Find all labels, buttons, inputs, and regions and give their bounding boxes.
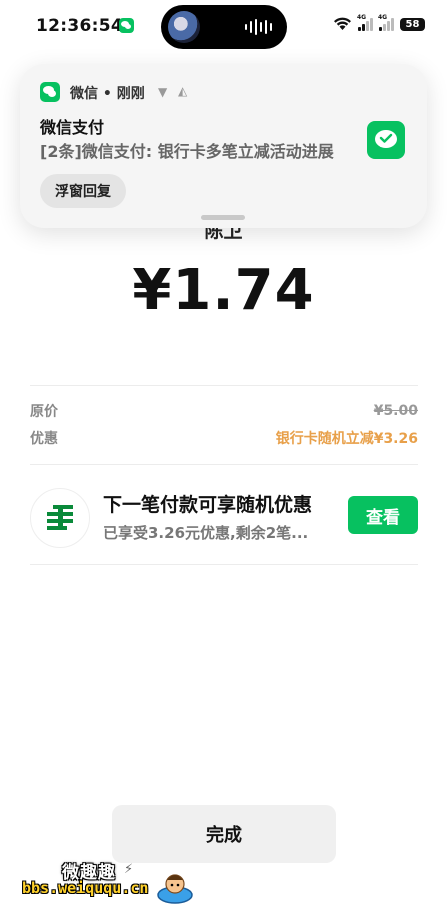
china-post-bank-logo-icon	[30, 488, 90, 548]
view-button[interactable]: 查看	[348, 496, 418, 534]
notification-banner[interactable]: 微信 • 刚刚 ▼ ◭ 微信支付 [2条]微信支付: 银行卡多笔立减活动进展 浮…	[20, 64, 427, 228]
payment-amount: ¥1.74	[132, 258, 315, 323]
float-reply-button[interactable]: 浮窗回复	[40, 174, 126, 208]
pin-icon: ▼	[158, 85, 168, 99]
island-avatar	[168, 11, 200, 43]
promo-title: 下一笔付款可享随机优惠	[103, 494, 313, 516]
discount-row: 优惠 银行卡随机立减¥3.26	[30, 427, 418, 449]
done-button[interactable]: 完成	[112, 805, 336, 863]
notification-app-name: 微信 • 刚刚	[70, 86, 145, 102]
discount-value: 银行卡随机立减¥3.26	[275, 431, 418, 447]
divider-bottom	[30, 564, 418, 565]
signal-label-2: 4G	[378, 13, 388, 21]
cellular-signal-icon-1: 4G	[357, 14, 373, 31]
status-bar: 12:36:54 4G 4G 58	[0, 0, 447, 56]
divider-top	[30, 385, 418, 386]
original-price-value: ¥5.00	[373, 403, 418, 419]
status-time: 12:36:54	[36, 16, 123, 36]
promo-card: 下一笔付款可享随机优惠 已享受3.26元优惠,剩余2笔... 查看	[30, 486, 418, 548]
dynamic-island[interactable]	[161, 5, 287, 49]
wechat-app-icon	[40, 82, 60, 102]
notification-grabber[interactable]	[201, 215, 245, 220]
wechat-status-icon	[119, 18, 134, 33]
watermark-mark: ⚡	[124, 862, 134, 877]
signal-label-1: 4G	[357, 13, 367, 21]
original-price-label: 原价	[30, 404, 58, 420]
system-icons: 4G 4G 58	[333, 14, 425, 31]
wechat-pay-icon	[367, 121, 405, 159]
audio-wave-icon	[245, 19, 272, 35]
original-price-row: 原价 ¥5.00	[30, 400, 418, 422]
notification-body: [2条]微信支付: 银行卡多笔立减活动进展	[40, 142, 334, 161]
discount-label: 优惠	[30, 431, 58, 447]
wifi-icon	[333, 17, 352, 31]
watermark-url: bbs.weiququ.cn	[22, 879, 149, 897]
watermark-mascot-icon	[156, 868, 194, 906]
promo-subtitle: 已享受3.26元优惠,剩余2笔...	[103, 524, 309, 542]
notification-title: 微信支付	[40, 118, 105, 137]
battery-icon: 58	[400, 17, 425, 31]
bell-icon: ◭	[178, 84, 188, 98]
divider-middle	[30, 464, 418, 465]
cellular-signal-icon-2: 4G	[378, 14, 394, 31]
